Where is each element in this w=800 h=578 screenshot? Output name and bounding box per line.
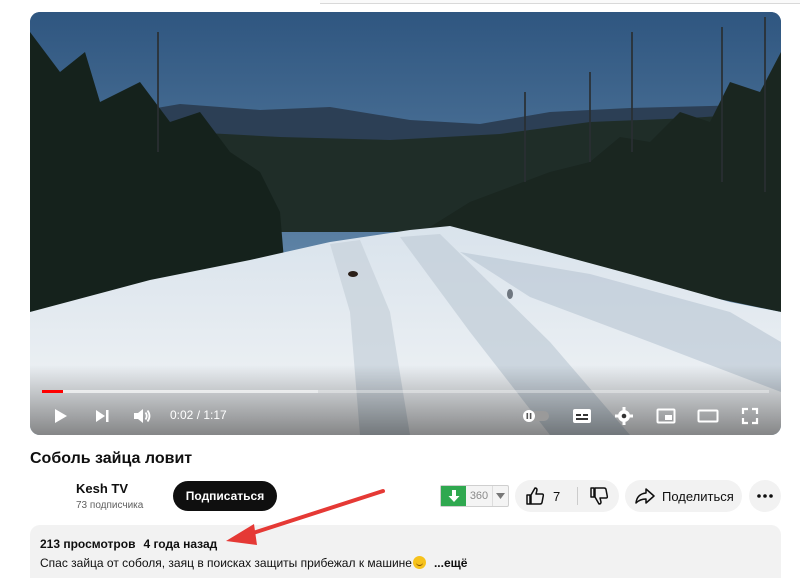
volume-icon bbox=[134, 409, 151, 423]
subscribe-button[interactable]: Подписаться bbox=[173, 481, 277, 511]
progress-played bbox=[42, 390, 64, 393]
miniplayer-button[interactable] bbox=[652, 402, 680, 430]
dislike-button[interactable] bbox=[581, 480, 617, 512]
progress-loaded bbox=[42, 390, 319, 393]
download-count: 360 bbox=[469, 490, 489, 502]
subtitles-icon bbox=[573, 409, 591, 423]
more-dots-icon bbox=[757, 494, 773, 498]
like-button[interactable]: 7 bbox=[515, 480, 575, 512]
like-count: 7 bbox=[553, 488, 561, 504]
play-icon bbox=[55, 409, 67, 423]
publish-date: 4 года назад bbox=[143, 537, 218, 551]
time-total: 1:17 bbox=[203, 408, 227, 422]
share-icon bbox=[635, 488, 655, 504]
download-format-dropdown[interactable] bbox=[492, 486, 508, 506]
miniplayer-icon bbox=[656, 408, 676, 424]
description-text-line: Спас зайца от соболя, заяц в поисках защ… bbox=[40, 556, 467, 570]
like-divider bbox=[577, 487, 578, 505]
download-arrow-icon bbox=[448, 490, 459, 502]
next-icon bbox=[96, 410, 109, 422]
caret-down-icon bbox=[496, 493, 505, 499]
mute-button[interactable] bbox=[128, 402, 156, 430]
theater-icon bbox=[697, 409, 719, 423]
video-player[interactable]: 0:02 / 1:17 bbox=[30, 12, 781, 435]
thumbs-up-icon bbox=[526, 487, 545, 505]
smile-emoji-icon bbox=[412, 556, 426, 569]
video-title: Соболь зайца ловит bbox=[30, 450, 193, 467]
subtitles-button[interactable] bbox=[568, 402, 596, 430]
subscriber-count: 73 подписчика bbox=[76, 500, 144, 511]
channel-name[interactable]: Kesh TV bbox=[76, 481, 128, 496]
description-text: Спас зайца от соболя, заяц в поисках защ… bbox=[40, 556, 412, 570]
autoplay-toggle-icon bbox=[523, 410, 549, 422]
description-meta: 213 просмотров 4 года назад bbox=[40, 537, 217, 551]
play-button[interactable] bbox=[46, 402, 74, 430]
top-edge-strip bbox=[320, 0, 800, 4]
share-button[interactable]: Поделиться bbox=[625, 480, 742, 512]
download-widget[interactable]: 360 bbox=[440, 485, 509, 507]
fullscreen-icon bbox=[741, 407, 759, 425]
theater-button[interactable] bbox=[694, 402, 722, 430]
show-more-link[interactable]: ...ещё bbox=[434, 556, 467, 570]
settings-icon bbox=[615, 407, 633, 425]
autoplay-toggle[interactable] bbox=[520, 402, 552, 430]
download-button[interactable] bbox=[441, 486, 466, 506]
next-button[interactable] bbox=[88, 402, 116, 430]
view-count: 213 просмотров bbox=[40, 537, 136, 551]
more-actions-button[interactable] bbox=[749, 480, 781, 512]
like-dislike-group: 7 bbox=[515, 480, 619, 512]
description-box[interactable]: 213 просмотров 4 года назад Спас зайца от… bbox=[30, 525, 781, 578]
fullscreen-button[interactable] bbox=[736, 402, 764, 430]
time-display: 0:02 / 1:17 bbox=[170, 408, 227, 422]
time-current: 0:02 bbox=[170, 408, 194, 422]
thumbs-down-icon bbox=[590, 487, 609, 505]
progress-bar[interactable] bbox=[42, 390, 769, 393]
avatar[interactable] bbox=[30, 478, 68, 516]
settings-button[interactable] bbox=[610, 402, 638, 430]
share-label: Поделиться bbox=[662, 488, 734, 504]
player-controls: 0:02 / 1:17 bbox=[30, 400, 781, 430]
